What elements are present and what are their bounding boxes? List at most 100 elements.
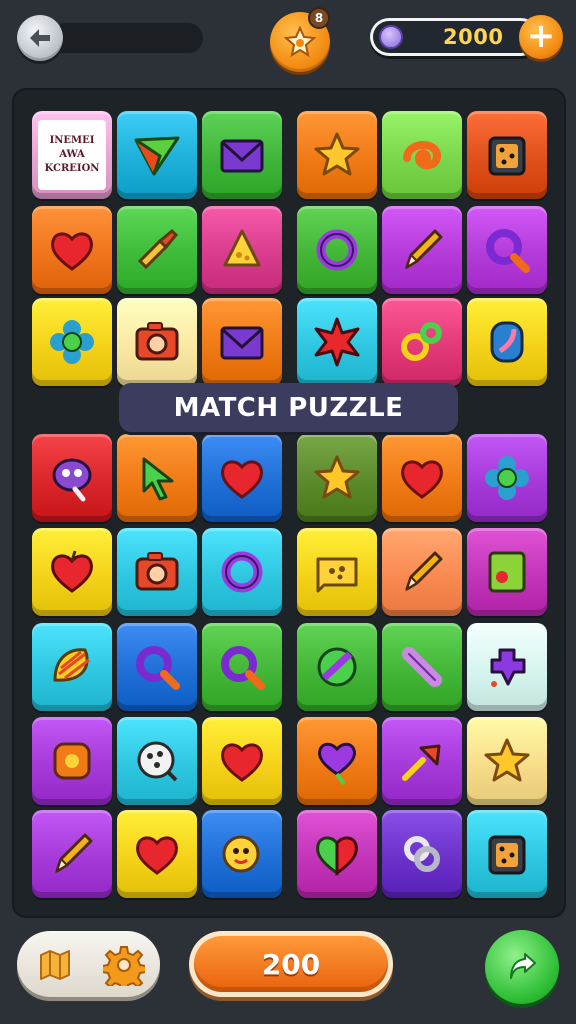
tile-flower-square[interactable] <box>32 717 112 805</box>
gear-icon <box>103 946 145 986</box>
flower-icon <box>50 320 94 364</box>
tile-swirl[interactable] <box>382 111 462 199</box>
tile-pencil[interactable] <box>32 810 112 898</box>
coin-value: 2000 <box>443 25 504 49</box>
tile-pencil[interactable] <box>382 206 462 294</box>
map-button[interactable] <box>33 943 77 987</box>
arrow-cursor-icon <box>142 457 174 501</box>
brush-icon <box>137 228 179 270</box>
tile-burst[interactable] <box>297 298 377 386</box>
tile-star[interactable] <box>297 434 377 522</box>
tile-sticky-note[interactable] <box>467 528 547 616</box>
tile-ball[interactable] <box>297 623 377 711</box>
coin-balance: 2000 <box>370 18 540 56</box>
tile-knot[interactable] <box>382 810 462 898</box>
tile-envelope[interactable] <box>202 298 282 386</box>
cheese-sign-icon <box>316 557 358 593</box>
text-card-line: KCREION <box>44 163 100 174</box>
pin-icon <box>402 744 441 781</box>
star-icon <box>314 455 360 499</box>
share-arrow-icon <box>510 953 536 979</box>
tile-magnifier[interactable] <box>202 623 282 711</box>
cheese-icon <box>223 229 261 267</box>
tile-key-ring[interactable] <box>382 298 462 386</box>
tile-heart[interactable] <box>202 434 282 522</box>
tile-heart[interactable] <box>32 206 112 294</box>
play-button-label: 200 <box>194 936 388 992</box>
swirl-icon <box>403 141 442 170</box>
back-button[interactable] <box>17 15 63 61</box>
back-arrow-icon <box>30 29 50 47</box>
camera-icon <box>135 322 179 361</box>
tile-star[interactable] <box>297 111 377 199</box>
tile-paper-plane[interactable] <box>117 111 197 199</box>
capsule-icon <box>402 647 442 687</box>
tile-camera[interactable] <box>117 528 197 616</box>
pencil-icon <box>405 551 443 592</box>
tile-dice-box[interactable] <box>467 111 547 199</box>
tile-heart-lolly[interactable] <box>297 717 377 805</box>
dice-box-icon <box>488 136 526 176</box>
tile-text-card[interactable]: INEMEI AWA KCREION <box>32 111 112 199</box>
tile-heart[interactable] <box>202 717 282 805</box>
splat-icon <box>490 648 526 687</box>
star-badge-icon <box>283 25 317 58</box>
tile-magnifier[interactable] <box>467 206 547 294</box>
tile-dice-box[interactable] <box>467 810 547 898</box>
settings-button[interactable] <box>100 941 148 989</box>
dice-box-icon <box>488 835 526 875</box>
tile-heart-split[interactable] <box>297 810 377 898</box>
tile-cookie[interactable] <box>117 717 197 805</box>
tile-flower[interactable] <box>467 434 547 522</box>
tile-cheese-sign[interactable] <box>297 528 377 616</box>
game-title-banner: MATCH PUZZLE <box>119 383 458 432</box>
heart-lolly-icon <box>318 742 356 786</box>
magnifier-icon <box>221 646 265 690</box>
heart-icon <box>51 232 93 271</box>
gem-icon <box>379 25 403 49</box>
add-coins-button[interactable]: + <box>519 15 563 59</box>
tile-gem[interactable] <box>467 298 547 386</box>
tile-magnifier[interactable] <box>117 623 197 711</box>
heart-icon <box>221 743 263 782</box>
share-button[interactable] <box>485 930 559 1004</box>
knot-icon <box>404 836 440 872</box>
envelope-icon <box>220 326 264 360</box>
tile-heart[interactable] <box>117 810 197 898</box>
tile-apple-heart[interactable] <box>32 528 112 616</box>
booster-count-badge: 8 <box>308 7 330 29</box>
heart-icon <box>401 460 443 499</box>
pencil-icon <box>405 229 443 270</box>
cookie-face-icon <box>222 835 260 873</box>
tile-arrow-cursor[interactable] <box>117 434 197 522</box>
text-card-line: INEMEI <box>49 135 95 146</box>
shell-icon <box>53 648 90 682</box>
tile-ring[interactable] <box>297 206 377 294</box>
tile-cookie-face[interactable] <box>202 810 282 898</box>
tile-pin[interactable] <box>382 717 462 805</box>
tile-ring[interactable] <box>202 528 282 616</box>
burst-icon <box>314 317 360 367</box>
sticky-note-icon <box>488 551 526 593</box>
tile-flower[interactable] <box>32 298 112 386</box>
text-card-line: AWA <box>59 149 85 160</box>
cookie-icon <box>137 741 178 782</box>
tile-capsule[interactable] <box>382 623 462 711</box>
ring-icon <box>316 229 358 271</box>
tile-envelope[interactable] <box>202 111 282 199</box>
tile-shell[interactable] <box>32 623 112 711</box>
play-button[interactable]: 200 <box>189 931 393 997</box>
level-progress-track <box>60 23 203 53</box>
tile-camera[interactable] <box>117 298 197 386</box>
ball-icon <box>317 647 357 687</box>
tile-heart[interactable] <box>382 434 462 522</box>
tile-blob-face[interactable] <box>32 434 112 522</box>
tile-brush[interactable] <box>117 206 197 294</box>
tile-cheese[interactable] <box>202 206 282 294</box>
tile-pencil[interactable] <box>382 528 462 616</box>
tile-star[interactable] <box>467 717 547 805</box>
gem-icon <box>490 321 524 363</box>
tile-splat[interactable] <box>467 623 547 711</box>
map-icon <box>40 950 70 980</box>
apple-heart-icon <box>51 550 93 593</box>
